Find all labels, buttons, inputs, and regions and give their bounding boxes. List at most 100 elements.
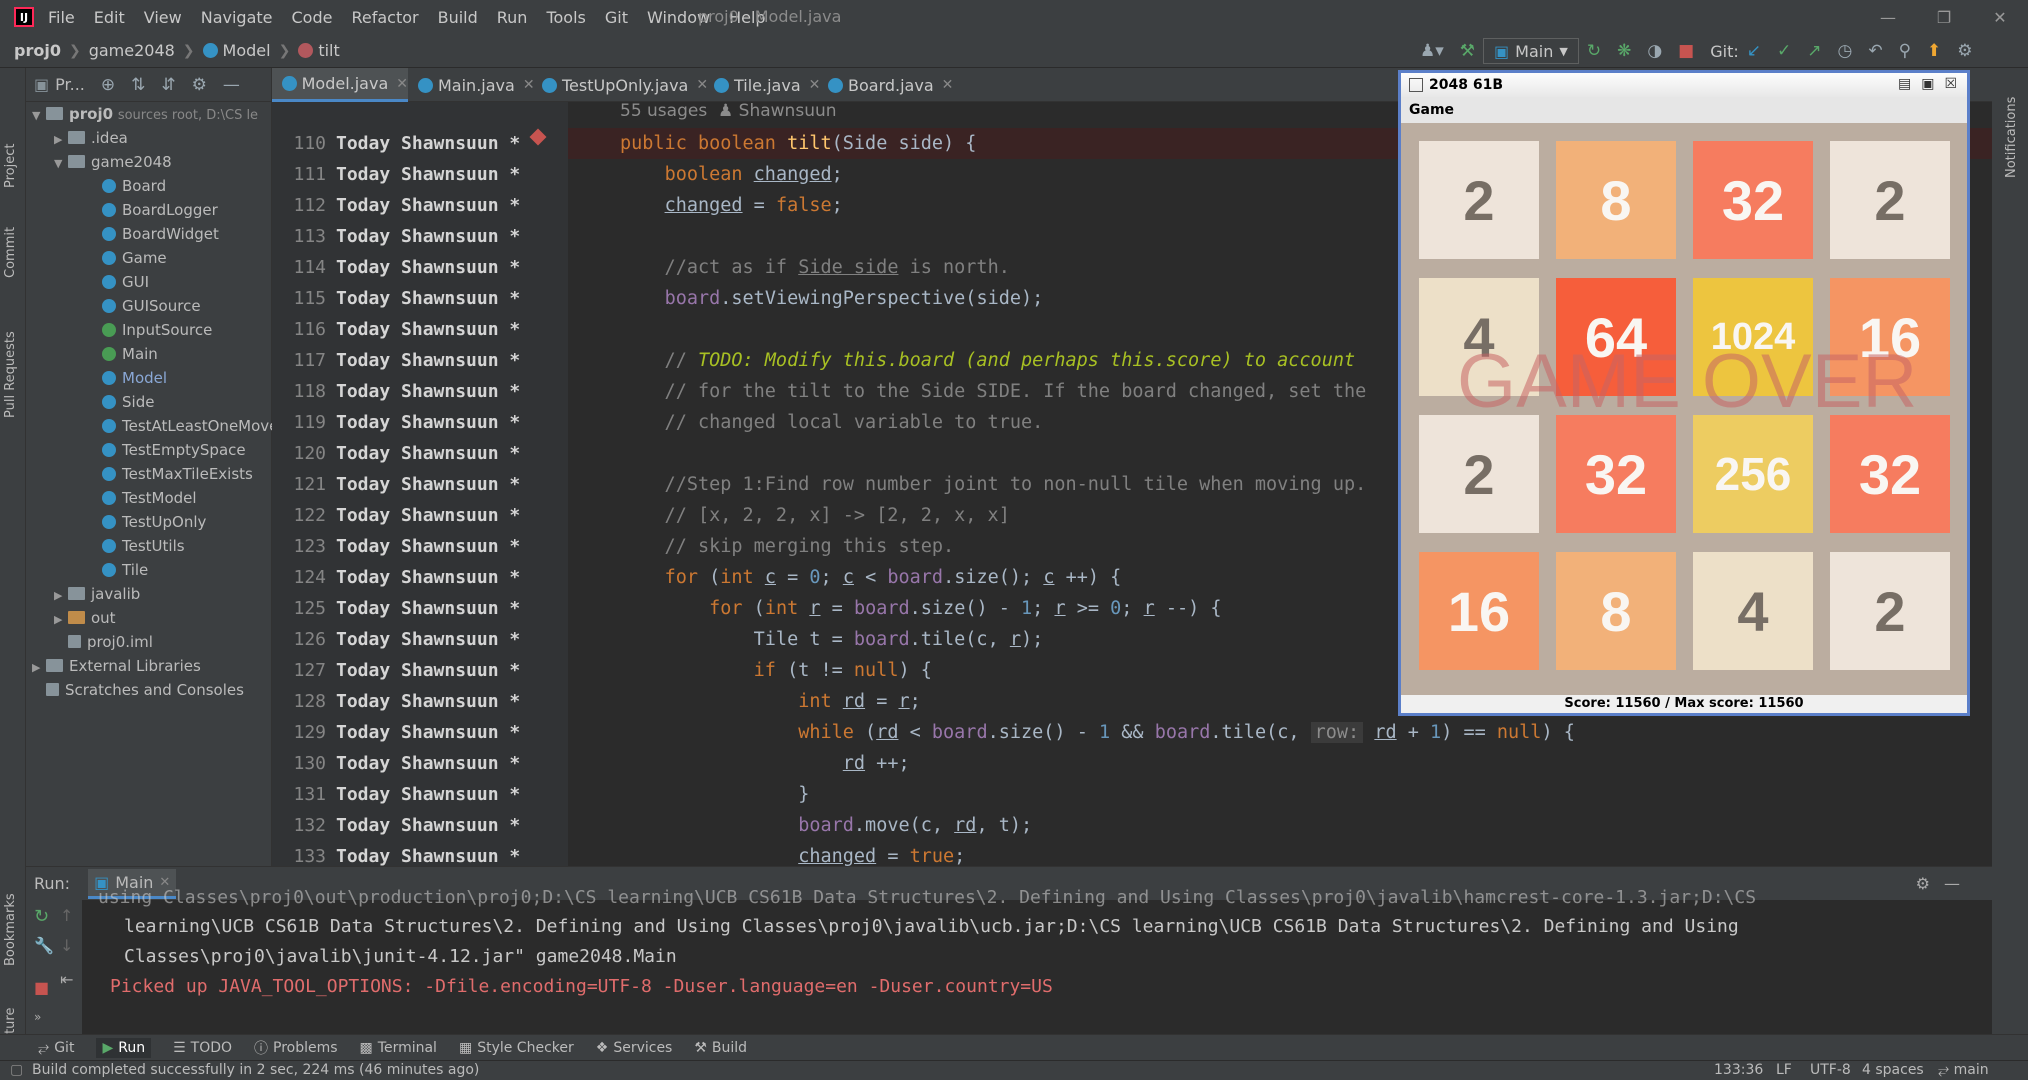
project-panel-title[interactable]: Pr...	[55, 75, 85, 94]
git-blame-annotation[interactable]: Today Shawnsuun *	[336, 815, 520, 836]
expand-all-icon[interactable]: ⇅	[131, 75, 145, 95]
usages-hint[interactable]: 55 usages ♟ Shawnsuun	[620, 102, 837, 127]
rerun-icon[interactable]: ↻	[1587, 41, 1601, 61]
tool-tab-run[interactable]: ▶ Run	[96, 1037, 152, 1058]
tree-item-gui[interactable]: GUI	[102, 270, 149, 294]
rollback-icon[interactable]: ↶	[1868, 41, 1882, 61]
gutter-line[interactable]: 131 Today Shawnsuun *	[272, 779, 520, 810]
tree-item-main[interactable]: Main	[102, 342, 158, 366]
run-configuration-select[interactable]: ▣ Main ▼	[1483, 38, 1579, 64]
tree-item-scratches[interactable]: Scratches and Consoles	[46, 678, 244, 702]
gutter-line[interactable]: 132 Today Shawnsuun *	[272, 810, 520, 841]
gutter-line[interactable]: 119 Today Shawnsuun *	[272, 407, 520, 438]
git-blame-annotation[interactable]: Today Shawnsuun *	[336, 660, 520, 681]
tree-item-model[interactable]: Model	[102, 366, 167, 390]
tree-item-proj0[interactable]: ▼ proj0 sources root, D:\CS le	[32, 102, 258, 126]
git-blame-annotation[interactable]: Today Shawnsuun *	[336, 846, 520, 867]
tab-main-java[interactable]: Main.java ✕	[418, 68, 535, 102]
gutter-line[interactable]: 126 Today Shawnsuun *	[272, 624, 520, 655]
menu-refactor[interactable]: Refactor	[351, 8, 418, 27]
caret-position[interactable]: 133:36	[1714, 1062, 1763, 1078]
close-tab-icon[interactable]: ✕	[696, 77, 708, 93]
git-blame-annotation[interactable]: Today Shawnsuun *	[336, 381, 520, 402]
menu-run[interactable]: Run	[497, 8, 528, 27]
soft-wrap-icon[interactable]: ⇤	[60, 970, 73, 989]
tree-item-proj0-iml[interactable]: proj0.iml	[68, 630, 153, 654]
git-blame-annotation[interactable]: Today Shawnsuun *	[336, 753, 520, 774]
close-tab-icon[interactable]: ✕	[809, 77, 821, 93]
tool-tab-terminal[interactable]: ▩ Terminal	[360, 1040, 437, 1056]
gutter-line[interactable]: 118 Today Shawnsuun *	[272, 376, 520, 407]
search-icon[interactable]: ⚲	[1899, 41, 1911, 61]
gutter-line[interactable]: 116 Today Shawnsuun *	[272, 314, 520, 345]
more-icon[interactable]: »	[34, 1010, 41, 1024]
tab-testuponly-java[interactable]: TestUpOnly.java ✕	[542, 68, 708, 102]
git-blame-annotation[interactable]: Today Shawnsuun *	[336, 722, 520, 743]
git-blame-annotation[interactable]: Today Shawnsuun *	[336, 691, 520, 712]
menu-file[interactable]: File	[48, 8, 75, 27]
breadcrumb-module[interactable]: game2048	[89, 41, 175, 60]
git-blame-annotation[interactable]: Today Shawnsuun *	[336, 629, 520, 650]
game-close-icon[interactable]: ☒	[1944, 76, 1957, 92]
game-minimize-icon[interactable]: ▤	[1898, 76, 1911, 92]
git-push-icon[interactable]: ↗	[1807, 41, 1821, 61]
menu-build[interactable]: Build	[438, 8, 478, 27]
tool-tab-commit[interactable]: Commit	[3, 227, 18, 278]
coverage-icon[interactable]: ◑	[1647, 41, 1662, 61]
git-blame-annotation[interactable]: Today Shawnsuun *	[336, 133, 520, 154]
git-blame-annotation[interactable]: Today Shawnsuun *	[336, 319, 520, 340]
tree-item-tile[interactable]: Tile	[102, 558, 148, 582]
git-branch[interactable]: ⥂ main	[1938, 1062, 1989, 1078]
file-encoding[interactable]: UTF-8	[1810, 1062, 1851, 1078]
tool-tab-todo[interactable]: ☰ TODO	[173, 1040, 232, 1056]
tool-tab-pull-requests[interactable]: Pull Requests	[3, 331, 18, 418]
tree-item-testemptyspace[interactable]: TestEmptySpace	[102, 438, 246, 462]
git-blame-annotation[interactable]: Today Shawnsuun *	[336, 412, 520, 433]
scroll-down-icon[interactable]: ↓	[60, 936, 73, 955]
gutter-line[interactable]: 129 Today Shawnsuun *	[272, 717, 520, 748]
gutter-line[interactable]: 111 Today Shawnsuun *	[272, 159, 520, 190]
run-settings-gear-icon[interactable]: ⚙	[1916, 874, 1930, 893]
breadcrumb-class[interactable]: Model	[202, 41, 271, 60]
tree-item-external-libraries[interactable]: ▶ External Libraries	[32, 654, 201, 678]
tree-item-out[interactable]: ▶ out	[54, 606, 116, 630]
gutter-line[interactable]: 127 Today Shawnsuun *	[272, 655, 520, 686]
options-gear-icon[interactable]: ⚙	[192, 75, 207, 95]
git-update-icon[interactable]: ↙	[1747, 41, 1761, 61]
update-icon[interactable]: ⬆	[1927, 41, 1941, 61]
git-commit-icon[interactable]: ✓	[1777, 41, 1791, 61]
git-blame-annotation[interactable]: Today Shawnsuun *	[336, 567, 520, 588]
tree-item-boardwidget[interactable]: BoardWidget	[102, 222, 219, 246]
gutter-line[interactable]: 125 Today Shawnsuun *	[272, 593, 520, 624]
tab-tile-java[interactable]: Tile.java ✕	[714, 68, 820, 102]
menu-navigate[interactable]: Navigate	[201, 8, 273, 27]
close-tab-icon[interactable]: ✕	[396, 76, 408, 92]
tree-item-game2048[interactable]: ▼ game2048	[54, 150, 172, 174]
gutter-line[interactable]: 110 Today Shawnsuun *	[272, 128, 520, 159]
debug-icon[interactable]: ❋	[1617, 41, 1631, 61]
gutter-line[interactable]: 120 Today Shawnsuun *	[272, 438, 520, 469]
tool-tab-project[interactable]: Project	[3, 144, 18, 188]
tree-item-testuponly[interactable]: TestUpOnly	[102, 510, 206, 534]
menu-git[interactable]: Git	[605, 8, 628, 27]
tool-tab-notifications[interactable]: Notifications	[2004, 97, 2019, 178]
rerun-icon[interactable]: ↻	[34, 906, 49, 927]
run-console[interactable]: using Classes\proj0\out\production\proj0…	[26, 887, 1992, 1034]
gutter-line[interactable]: 117 Today Shawnsuun *	[272, 345, 520, 376]
status-message[interactable]: Build completed successfully in 2 sec, 2…	[32, 1062, 479, 1078]
gutter-line[interactable]: 123 Today Shawnsuun *	[272, 531, 520, 562]
breakpoint-icon[interactable]	[529, 128, 547, 146]
menu-tools[interactable]: Tools	[546, 8, 585, 27]
git-blame-annotation[interactable]: Today Shawnsuun *	[336, 288, 520, 309]
gutter-line[interactable]: 114 Today Shawnsuun *	[272, 252, 520, 283]
tool-tab-git[interactable]: ⥂ Git	[38, 1040, 74, 1056]
close-tab-icon[interactable]: ✕	[523, 77, 535, 93]
gutter-line[interactable]: 113 Today Shawnsuun *	[272, 221, 520, 252]
breadcrumb-method[interactable]: tilt	[298, 41, 340, 60]
tab-board-java[interactable]: Board.java ✕	[828, 68, 953, 102]
gutter-line[interactable]: 124 Today Shawnsuun *	[272, 562, 520, 593]
tree-item-testmaxtileexists[interactable]: TestMaxTileExists	[102, 462, 253, 486]
git-blame-annotation[interactable]: Today Shawnsuun *	[336, 474, 520, 495]
gutter-line[interactable]: 115 Today Shawnsuun *	[272, 283, 520, 314]
breadcrumb-project[interactable]: proj0	[14, 41, 61, 60]
